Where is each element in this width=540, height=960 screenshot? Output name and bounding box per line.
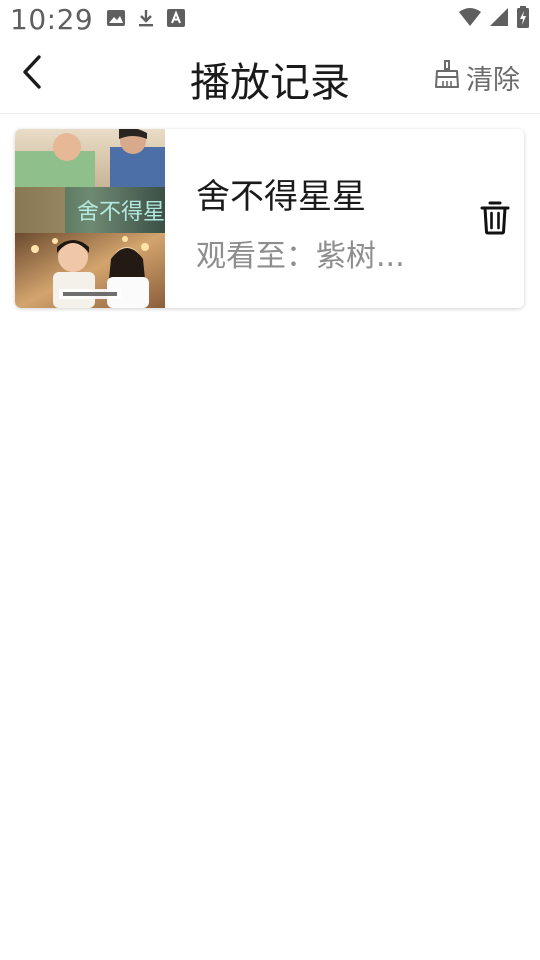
header-bar: 播放记录 清除	[0, 40, 540, 114]
image-icon	[106, 8, 126, 32]
record-progress: 观看至：紫树...	[196, 239, 405, 274]
battery-charging-icon	[516, 6, 530, 32]
download-icon	[136, 8, 156, 32]
broom-icon	[434, 59, 460, 96]
status-bar: 10:29	[0, 0, 540, 40]
status-left-icons	[106, 8, 186, 32]
clear-button[interactable]: 清除	[434, 58, 520, 97]
wifi-icon	[458, 7, 482, 31]
delete-button[interactable]	[478, 201, 512, 239]
poster-image: 舍不得星星	[15, 129, 165, 308]
record-card[interactable]: 舍不得星星 舍不得星星 观看至：紫树...	[15, 129, 524, 308]
status-time: 10:29	[10, 3, 94, 36]
signal-icon	[488, 7, 510, 31]
record-title: 舍不得星星	[196, 177, 366, 217]
poster-title-art: 舍不得星星	[77, 200, 165, 225]
font-icon	[166, 8, 186, 32]
status-right-icons	[458, 6, 530, 32]
clear-label: 清除	[466, 65, 520, 96]
trash-icon	[480, 201, 510, 239]
